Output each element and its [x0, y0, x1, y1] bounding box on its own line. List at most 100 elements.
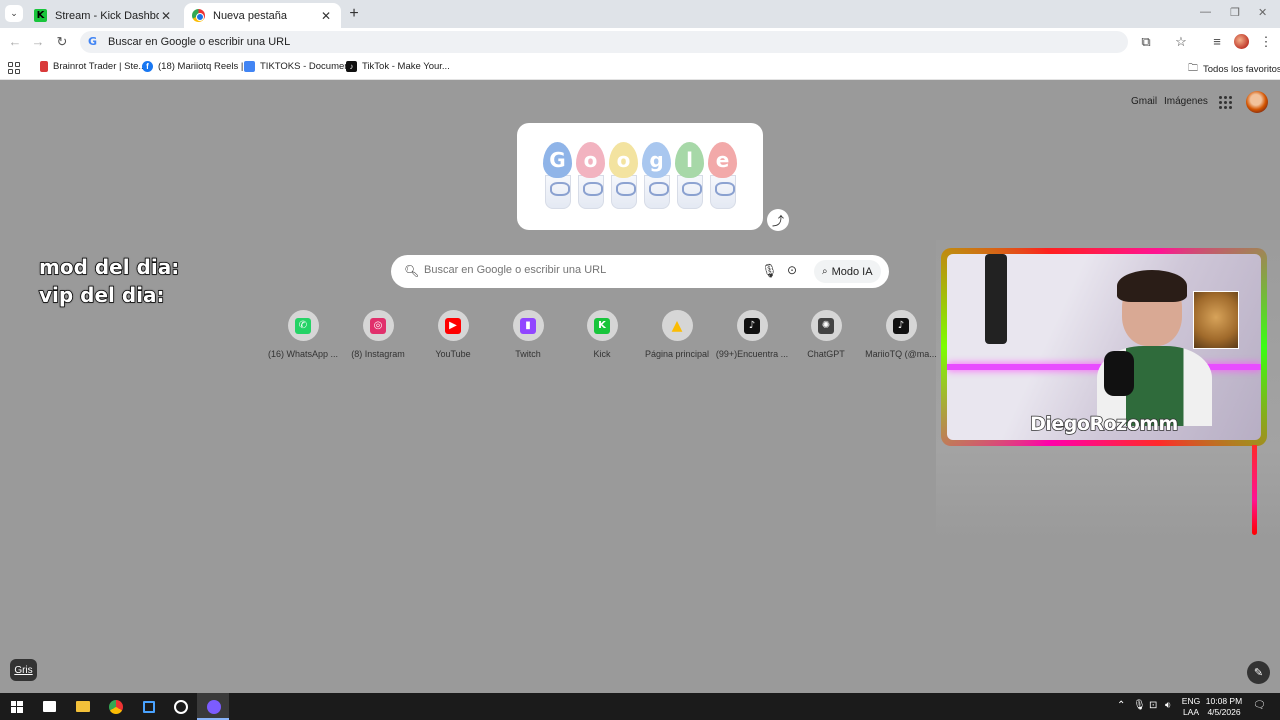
chrome-taskbar-icon[interactable]	[106, 697, 125, 716]
kick-icon: K	[594, 317, 610, 334]
notifications-icon[interactable]: 🗨︎	[1253, 700, 1266, 711]
lens-icon[interactable]: ⊙	[787, 263, 797, 277]
shortcut-circle: ✺	[810, 310, 842, 341]
bookmark-label: (18) Mariiotq Reels |...	[158, 61, 252, 72]
bookmark-item[interactable]: f (18) Mariiotq Reels |...	[142, 61, 251, 72]
network-icon[interactable]: ⊡	[1149, 700, 1157, 711]
shortcut-label: (16) WhatsApp ...	[267, 349, 339, 359]
browser-toolbar: ← → ↻ G Buscar en Google o escribir una …	[0, 28, 1280, 56]
all-bookmarks-button[interactable]: 🗀 Todos los favoritos	[1188, 61, 1280, 78]
tab-title: Nueva pestaña	[213, 9, 287, 22]
gmail-link[interactable]: Gmail	[1131, 96, 1157, 107]
shortcut-circle: ♪	[736, 310, 768, 341]
shortcut-circle: ▮	[512, 310, 544, 341]
account-avatar[interactable]	[1246, 91, 1268, 113]
shortcut-label: Kick	[593, 349, 611, 359]
shortcut-circle: K	[586, 310, 618, 341]
reload-icon[interactable]: ↻	[53, 33, 71, 51]
close-window-icon[interactable]: ✕	[1258, 6, 1267, 19]
bookmark-item[interactable]: ♪ TikTok - Make Your...	[346, 61, 450, 72]
search-icon: 🔍︎	[404, 264, 420, 278]
streaming-app-icon[interactable]	[204, 697, 223, 716]
shortcut-circle: ♪	[885, 310, 917, 341]
doodle-egg: l	[675, 142, 704, 178]
ai-search-icon: ⌕	[822, 266, 828, 277]
shortcut-label: YouTube	[435, 349, 471, 359]
doodle-egg: o	[576, 142, 605, 178]
close-icon[interactable]: ✕	[159, 9, 173, 23]
hanging-coat	[985, 254, 1007, 344]
mod-of-day-label: mod del dia:	[38, 254, 180, 280]
shortcut-tile[interactable]: ✆ (16) WhatsApp ...	[266, 310, 340, 359]
egg-cup	[611, 175, 637, 209]
forward-icon[interactable]: →	[29, 33, 47, 51]
language-indicator[interactable]: ENG LAA	[1180, 696, 1202, 718]
minimize-icon[interactable]: —	[1200, 6, 1211, 18]
menu-icon[interactable]: ⋮	[1257, 33, 1275, 51]
webcam-overlay: DiegoRozomm	[936, 240, 1280, 540]
streamer-hair	[1117, 270, 1187, 302]
shortcut-label: (99+)Encuentra ...	[715, 349, 789, 359]
tray-mic-icon[interactable]: 🎙︎	[1133, 700, 1146, 711]
facebook-icon: f	[142, 61, 153, 72]
tiktok-icon: ♪	[346, 61, 357, 72]
shortcut-label: ChatGPT	[807, 349, 845, 359]
media-controls-icon[interactable]: ≡	[1208, 33, 1226, 51]
shortcut-tile[interactable]: ▲ Página principal	[640, 310, 714, 359]
shortcut-tile[interactable]: ▶ YouTube	[416, 310, 490, 359]
shortcut-tile[interactable]: ♪ (99+)Encuentra ...	[715, 310, 789, 359]
frame-drip	[1252, 445, 1257, 535]
windows-taskbar: ⌃ 🎙︎ ⊡ 🔉︎ ENG LAA 10:08 PM 4/5/2026 🗨︎	[0, 693, 1280, 720]
shortcut-tile[interactable]: ♪ MariioTQ (@ma...	[864, 310, 938, 359]
folder-icon: 🗀	[1188, 63, 1198, 74]
shortcut-tile[interactable]: ◎ (8) Instagram	[341, 310, 415, 359]
google-apps-icon[interactable]	[1219, 96, 1232, 109]
bookmark-item[interactable]: Brainrot Trader | Ste...	[40, 61, 146, 72]
tab-title: Stream - Kick Dashboard	[55, 9, 159, 22]
theme-chip[interactable]: Gris	[10, 659, 37, 681]
volume-icon[interactable]: 🔉︎	[1165, 700, 1171, 711]
microsoft-store-icon[interactable]	[40, 697, 59, 716]
streamer-name: DiegoRozomm	[1029, 412, 1179, 436]
address-bar[interactable]: G Buscar en Google o escribir una URL	[80, 31, 1128, 53]
shortcut-tile[interactable]: ▮ Twitch	[491, 310, 565, 359]
tab-kick-dashboard[interactable]: K Stream - Kick Dashboard ✕	[26, 3, 181, 28]
google-doodle[interactable]: G o o g l e	[517, 123, 763, 230]
shortcut-tile[interactable]: K Kick	[565, 310, 639, 359]
ai-mode-label: Modo IA	[831, 265, 873, 278]
egg-cup	[545, 175, 571, 209]
vip-of-day-label: vip del dia:	[38, 282, 165, 308]
extensions-icon[interactable]: ⧉	[1137, 33, 1155, 51]
search-input[interactable]	[424, 264, 744, 276]
windows-start-icon[interactable]	[7, 697, 26, 716]
search-box[interactable]: 🔍︎ 🎙︎ ⊙ ⌕ Modo IA	[391, 255, 889, 288]
back-icon[interactable]: ←	[6, 33, 24, 51]
docs-icon	[244, 61, 255, 72]
bookmarks-bar: Brainrot Trader | Ste... f (18) Mariiotq…	[0, 56, 1280, 80]
tab-search-button[interactable]: ⌄	[5, 5, 23, 22]
microphone-icon[interactable]: 🎙︎	[761, 263, 778, 279]
obs-icon[interactable]	[171, 697, 190, 716]
shortcut-label: MariioTQ (@ma...	[865, 349, 937, 359]
bookmark-star-icon[interactable]: ☆	[1172, 33, 1190, 51]
restore-icon[interactable]: ❐	[1230, 6, 1240, 19]
clock[interactable]: 10:08 PM 4/5/2026	[1204, 696, 1244, 718]
shortcut-tile[interactable]: ✺ ChatGPT	[789, 310, 863, 359]
file-explorer-icon[interactable]	[73, 697, 92, 716]
close-icon[interactable]: ✕	[319, 9, 333, 23]
bookmark-item[interactable]: TIKTOKS - Documen...	[244, 61, 358, 72]
profile-avatar[interactable]	[1234, 34, 1249, 49]
tray-expand-icon[interactable]: ⌃	[1117, 700, 1125, 711]
stream-overlay-text: mod del dia: vip del dia:	[38, 253, 180, 309]
doodle-egg: e	[708, 142, 737, 178]
all-bookmarks-label: Todos los favoritos	[1203, 64, 1280, 75]
customize-pencil-icon[interactable]: ✎	[1247, 661, 1270, 684]
apps-icon[interactable]	[8, 62, 20, 74]
app-window-icon[interactable]	[139, 697, 158, 716]
tab-new-tab[interactable]: Nueva pestaña ✕	[184, 3, 341, 28]
shortcut-circle: ✆	[287, 310, 319, 341]
images-link[interactable]: Imágenes	[1164, 96, 1208, 107]
new-tab-button[interactable]: +	[346, 5, 362, 23]
ai-mode-button[interactable]: ⌕ Modo IA	[814, 260, 881, 283]
share-icon[interactable]: ⤴	[767, 209, 789, 231]
